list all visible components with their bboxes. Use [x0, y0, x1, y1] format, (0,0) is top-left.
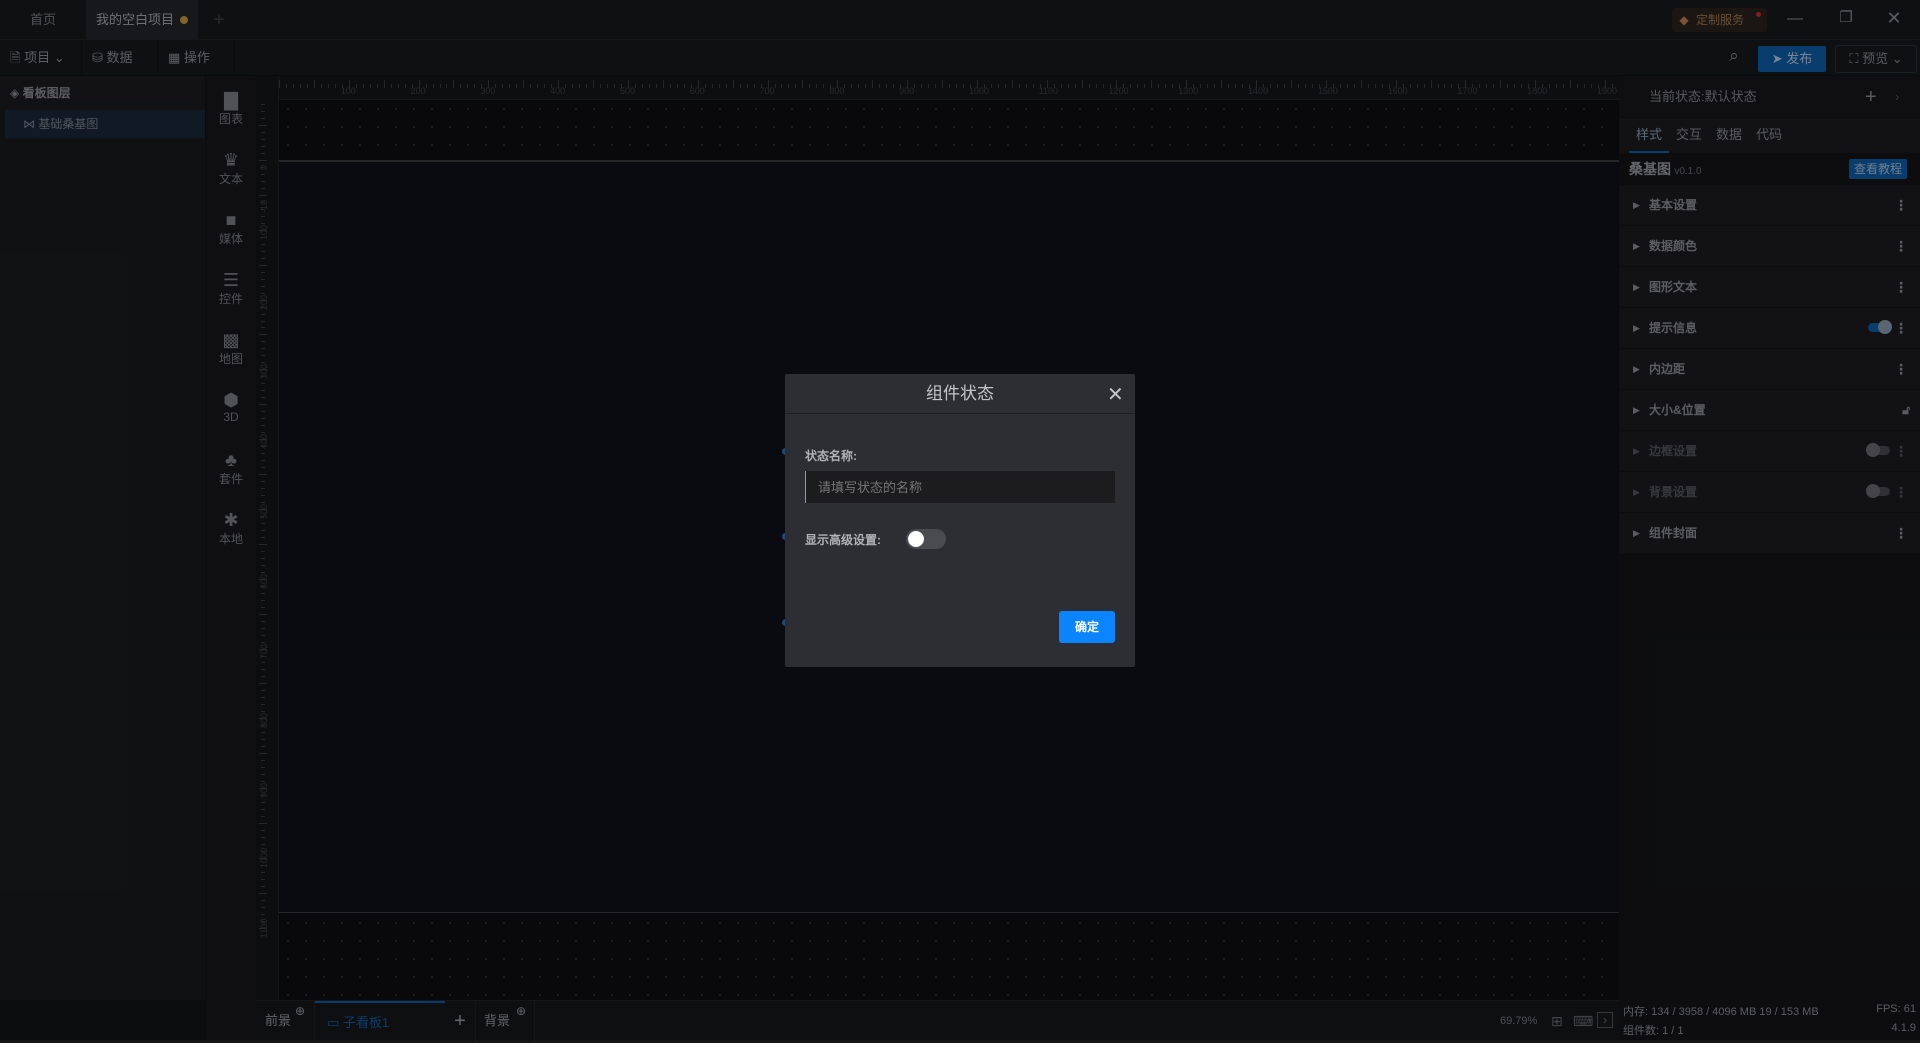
- state-name-label: 状态名称:: [805, 447, 857, 464]
- component-state-dialog: 组件状态 ✕ 状态名称: 显示高级设置: 确定: [785, 374, 1135, 667]
- dialog-title: 组件状态: [785, 374, 1135, 414]
- close-icon[interactable]: ✕: [1107, 382, 1124, 407]
- state-name-input[interactable]: [805, 471, 1115, 503]
- toggle-knob: [908, 531, 924, 547]
- advanced-settings-toggle[interactable]: [906, 529, 946, 549]
- confirm-button[interactable]: 确定: [1059, 611, 1115, 643]
- advanced-settings-label: 显示高级设置:: [805, 531, 881, 548]
